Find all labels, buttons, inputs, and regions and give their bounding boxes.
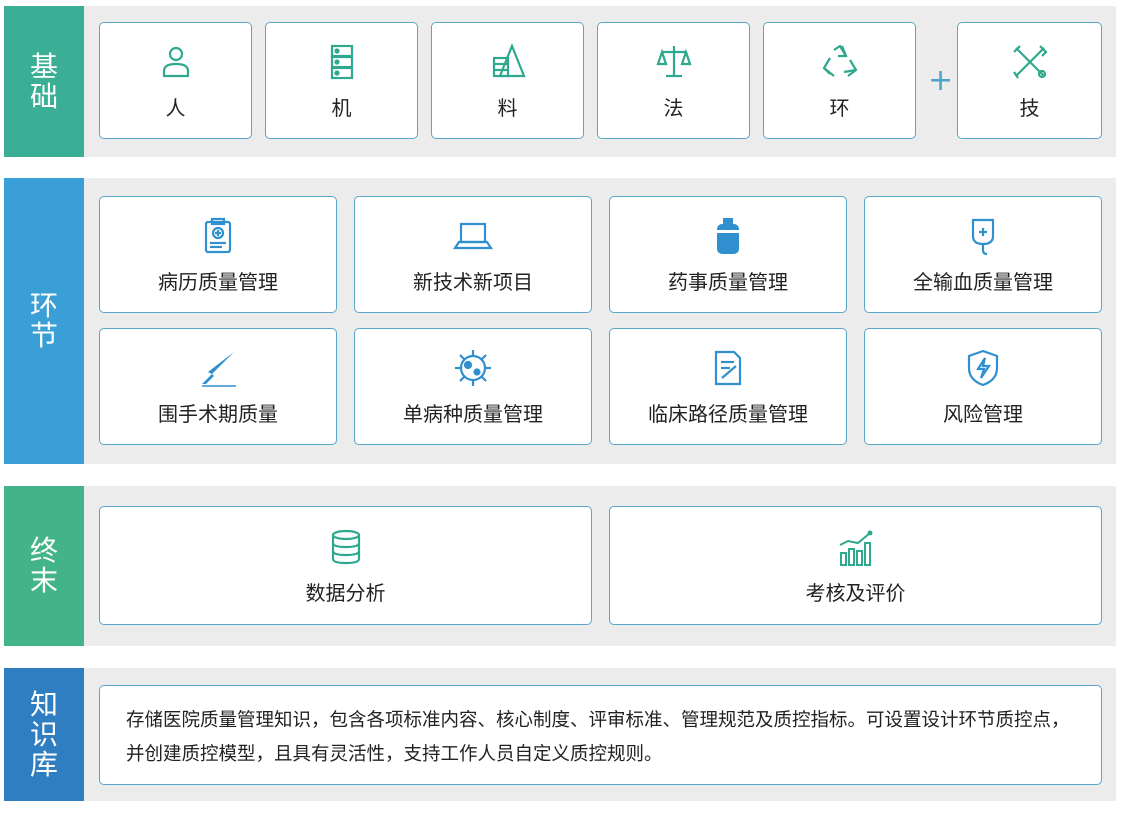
knowledge-description: 存储医院质量管理知识，包含各项标准内容、核心制度、评审标准、管理规范及质控指标。… <box>99 685 1102 785</box>
terminal-section: 终末 数据分析 考核及评价 <box>4 486 1116 646</box>
card-material[interactable]: 料 <box>431 22 584 139</box>
laptop-icon <box>451 214 495 258</box>
card-label: 单病种质量管理 <box>403 402 543 426</box>
blood-bag-icon <box>961 214 1005 258</box>
basic-title: 基础 <box>29 49 58 113</box>
process-section: 环节 病历质量管理 新技术新项目 药事质量管理 全输血质量管理 围手术期质量 单… <box>4 178 1116 464</box>
card-label: 技 <box>1019 96 1040 120</box>
basic-sidebar: 基础 <box>4 6 84 157</box>
card-label: 病历质量管理 <box>158 270 278 294</box>
database-icon <box>324 525 368 569</box>
knowledge-section: 知识库 存储医院质量管理知识，包含各项标准内容、核心制度、评审标准、管理规范及质… <box>4 668 1116 801</box>
process-sidebar: 环节 <box>4 178 84 464</box>
card-label: 新技术新项目 <box>413 270 533 294</box>
shield-lightning-icon <box>961 346 1005 390</box>
knowledge-sidebar: 知识库 <box>4 668 84 801</box>
terminal-title: 终末 <box>29 534 58 597</box>
card-label: 料 <box>497 96 518 120</box>
tools-icon <box>1008 40 1052 84</box>
server-icon <box>320 40 364 84</box>
card-new-tech[interactable]: 新技术新项目 <box>354 196 592 313</box>
virus-icon <box>451 346 495 390</box>
card-label: 机 <box>331 96 352 120</box>
scale-icon <box>652 40 696 84</box>
card-label: 考核及评价 <box>805 581 906 605</box>
terminal-sidebar: 终末 <box>4 486 84 646</box>
material-icon <box>486 40 530 84</box>
process-title: 环节 <box>29 289 58 352</box>
card-perioperative[interactable]: 围手术期质量 <box>99 328 337 445</box>
card-label: 数据分析 <box>305 581 386 605</box>
card-label: 全输血质量管理 <box>913 270 1053 294</box>
clipboard-icon <box>196 214 240 258</box>
medicine-bottle-icon <box>706 214 750 258</box>
scalpel-icon <box>196 346 240 390</box>
card-evaluation[interactable]: 考核及评价 <box>609 506 1102 625</box>
card-label: 药事质量管理 <box>668 270 788 294</box>
card-pharmacy[interactable]: 药事质量管理 <box>609 196 847 313</box>
basic-section: 基础 人 机 料 法 环 + 技 <box>4 6 1116 157</box>
card-medical-record[interactable]: 病历质量管理 <box>99 196 337 313</box>
card-label: 围手术期质量 <box>158 402 278 426</box>
card-transfusion[interactable]: 全输血质量管理 <box>864 196 1102 313</box>
card-single-disease[interactable]: 单病种质量管理 <box>354 328 592 445</box>
card-label: 环 <box>829 96 850 120</box>
card-environment[interactable]: 环 <box>763 22 916 139</box>
recycle-icon <box>818 40 862 84</box>
card-person[interactable]: 人 <box>99 22 252 139</box>
person-icon <box>154 40 198 84</box>
document-edit-icon <box>706 346 750 390</box>
card-data-analysis[interactable]: 数据分析 <box>99 506 592 625</box>
card-technology[interactable]: 技 <box>957 22 1102 139</box>
card-label: 法 <box>663 96 684 120</box>
plus-sign: + <box>928 63 954 98</box>
card-clinical-pathway[interactable]: 临床路径质量管理 <box>609 328 847 445</box>
card-label: 临床路径质量管理 <box>648 402 808 426</box>
card-label: 人 <box>165 96 186 120</box>
card-risk[interactable]: 风险管理 <box>864 328 1102 445</box>
card-method[interactable]: 法 <box>597 22 750 139</box>
bar-chart-icon <box>834 525 878 569</box>
card-machine[interactable]: 机 <box>265 22 418 139</box>
knowledge-title: 知识库 <box>29 687 58 781</box>
card-label: 风险管理 <box>943 402 1023 426</box>
